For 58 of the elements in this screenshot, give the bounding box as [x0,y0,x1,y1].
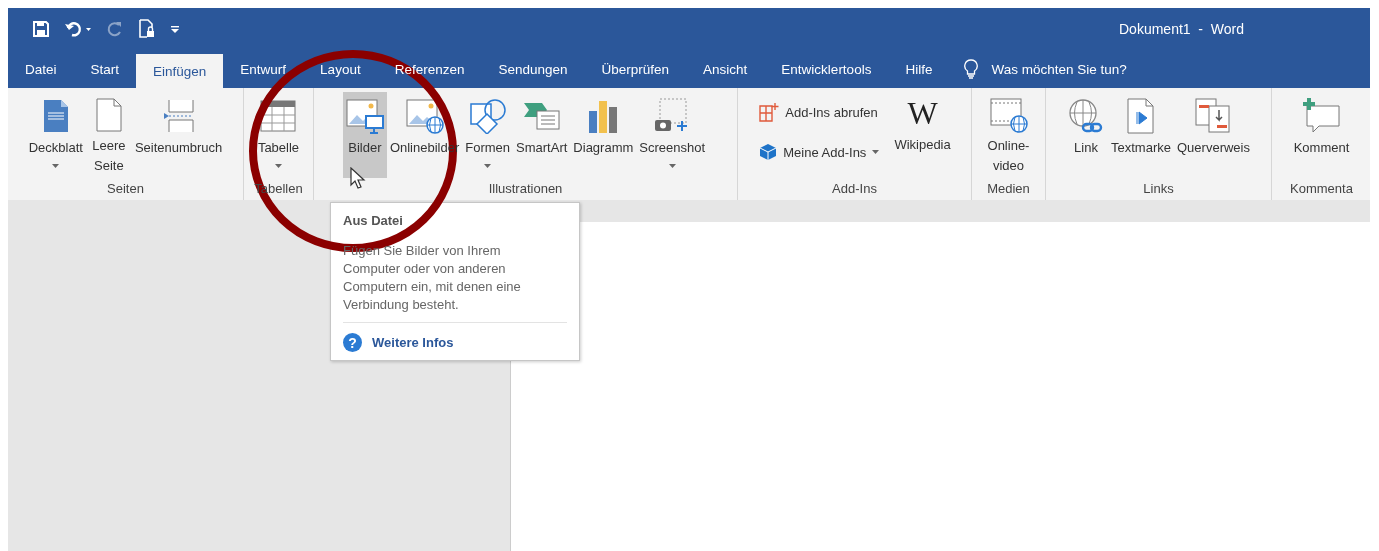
window-title: Dokument1 - Word [1119,21,1244,37]
tell-me-field[interactable]: Was möchten Sie tun? [963,50,1127,88]
ribbon-tab[interactable]: Einfügen [136,54,224,88]
ribbon-button[interactable]: Tabelle [254,92,303,178]
cross-reference-icon [1195,98,1232,134]
group-label: Add-Ins [831,181,878,198]
ribbon-button[interactable]: Querverweis [1174,92,1253,178]
undo-icon[interactable] [64,20,92,38]
bar-chart-icon [587,99,620,133]
ribbon-button[interactable]: SmartArt [513,92,571,178]
ribbon-tab[interactable]: Layout [303,50,378,88]
ribbon-button[interactable]: Deckblatt [25,92,86,178]
help-icon: ? [343,333,362,352]
ribbon-button[interactable]: Leere Seite [85,92,132,178]
ribbon-button[interactable]: Meine Add-Ins [755,141,884,163]
ribbon-button[interactable]: Seitenumbruch [131,92,226,178]
ribbon-button[interactable]: Add-Ins abrufen [755,100,884,124]
ribbon-button[interactable]: Screenshot [636,92,709,178]
group-label: Seiten [106,181,145,198]
bookmark-icon [1127,98,1155,134]
page-break-icon [162,99,195,133]
cursor-icon [350,167,366,189]
ribbon-button[interactable]: Link [1064,92,1109,178]
cube-icon [759,143,778,161]
lightbulb-icon [963,59,980,79]
document-lock-icon[interactable] [138,19,156,39]
ribbon-tab[interactable]: Überprüfen [584,50,687,88]
group-label: Medien [986,181,1031,198]
ribbon-button[interactable]: W Wikipedia [891,89,954,175]
ribbon-tab[interactable]: Sendungen [481,50,585,88]
ribbon-button[interactable]: Formen [462,92,514,178]
ribbon-button[interactable]: Bilder [342,92,387,178]
ribbon-tab[interactable]: Entwurf [223,50,304,88]
more-info-link[interactable]: Weitere Infos [372,335,454,350]
group-label: Illustrationen [487,181,564,198]
shapes-icon [468,98,507,134]
ribbon-button[interactable]: Textmarke [1108,92,1174,178]
save-icon[interactable] [32,20,50,38]
ribbon-button[interactable]: Diagramm [570,92,637,178]
ribbon-button[interactable]: Online-video [977,92,1040,178]
wikipedia-icon: W [907,95,938,131]
ribbon-tab[interactable]: Ansicht [686,50,765,88]
group-label: Links [1142,181,1175,198]
blank-page-icon [95,98,122,132]
ribbon-tab[interactable]: Start [73,50,137,88]
store-icon [759,102,780,122]
cover-page-icon [42,99,69,133]
ribbon-tab[interactable]: Hilfe [888,50,950,88]
picture-globe-icon [405,98,444,134]
picture-monitor-icon [345,98,384,134]
ribbon-tab[interactable]: Datei [8,50,74,88]
ribbon-tab[interactable]: Entwicklertools [764,50,889,88]
comment-plus-icon [1301,98,1342,134]
group-label: Kommenta [1289,181,1354,198]
tooltip-title: Aus Datei [343,213,404,228]
video-globe-icon [989,97,1028,133]
customize-icon[interactable] [170,24,180,34]
ribbon-button[interactable]: Komment [1290,92,1353,178]
